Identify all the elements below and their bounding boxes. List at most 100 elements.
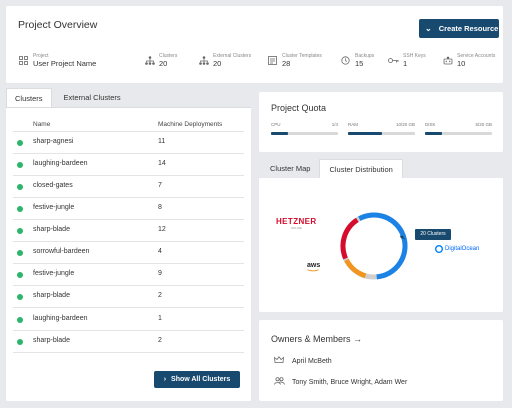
- owners-title-text: Owners & Members: [271, 334, 351, 344]
- project-overview-card: Project Overview ⌄ Create Resource Proje…: [6, 6, 503, 83]
- quota-bar: [348, 132, 415, 135]
- aws-logo: aws: [307, 262, 320, 272]
- clusters-tabs: Clusters External Clusters: [6, 88, 133, 107]
- distribution-tabs: Cluster Map Cluster Distribution: [259, 159, 403, 178]
- status-dot: [17, 294, 23, 300]
- members-row: Tony Smith, Bruce Wright, Adam Wer: [274, 377, 407, 387]
- chevron-right-icon: ›: [163, 376, 167, 383]
- deployment-count: 11: [158, 138, 166, 145]
- stat-backups[interactable]: Backups 15: [340, 53, 374, 68]
- member-names: Tony Smith, Bruce Wright, Adam Wer: [292, 378, 408, 386]
- table-row[interactable]: sharp-blade 2: [13, 286, 244, 308]
- show-all-clusters-button[interactable]: › Show All Clusters: [154, 371, 240, 388]
- tab-cluster-distribution[interactable]: Cluster Distribution: [319, 159, 403, 178]
- cluster-name: festive-jungle: [33, 270, 75, 277]
- table-row[interactable]: sharp-blade 2: [13, 331, 244, 353]
- digitalocean-logo: DigitalOcean: [435, 245, 479, 253]
- owners-title[interactable]: Owners & Members →: [271, 334, 362, 344]
- deployment-count: 2: [158, 292, 162, 299]
- column-header-deployments[interactable]: Machine Deployments: [158, 121, 222, 128]
- deployment-count: 7: [158, 182, 162, 189]
- aws-smile-icon: [307, 269, 319, 272]
- cluster-count-tooltip: 20 Clusters: [415, 229, 451, 240]
- quota-label: RAM: [348, 122, 358, 127]
- cluster-name: sharp-blade: [33, 226, 70, 233]
- table-row[interactable]: sorrowful-bardeen 4: [13, 242, 244, 264]
- backup-icon: [340, 56, 351, 67]
- stat-value: 10: [457, 59, 466, 68]
- status-dot: [17, 250, 23, 256]
- slice-hetzner[interactable]: [340, 217, 359, 260]
- aws-name: aws: [307, 262, 321, 269]
- cluster-name: sharp-agnesi: [33, 138, 74, 145]
- tab-cluster-map[interactable]: Cluster Map: [259, 159, 320, 178]
- stat-value: 20: [159, 59, 168, 68]
- column-header-name[interactable]: Name: [33, 121, 50, 128]
- deployment-count: 12: [158, 226, 166, 233]
- hetzner-logo: HETZNER ONLINE: [276, 217, 317, 230]
- owners-members-card: Owners & Members → April McBeth Tony Smi…: [259, 320, 503, 401]
- cluster-name: festive-jungle: [33, 204, 75, 211]
- owner-name: April McBeth: [292, 357, 332, 365]
- cluster-icon: [144, 56, 155, 67]
- stat-project: Project User Project Name: [18, 53, 96, 68]
- stat-ssh-keys[interactable]: SSH Keys 1: [388, 53, 426, 68]
- create-resource-button[interactable]: ⌄ Create Resource: [419, 19, 499, 38]
- status-dot: [17, 272, 23, 278]
- slice-digitalocean-lower[interactable]: [376, 234, 408, 280]
- stat-external-clusters[interactable]: External Clusters 20: [198, 53, 251, 68]
- stat-service-accounts[interactable]: Service Accounts 10: [442, 53, 495, 68]
- cluster-name: sorrowful-bardeen: [33, 248, 90, 255]
- create-resource-label: Create Resource: [438, 24, 499, 33]
- status-dot: [17, 184, 23, 190]
- status-dot: [17, 339, 23, 345]
- stat-value: 15: [355, 59, 364, 68]
- stat-clusters[interactable]: Clusters 20: [144, 53, 177, 68]
- deployment-count: 14: [158, 160, 166, 167]
- table-row[interactable]: sharp-agnesi 11: [13, 132, 244, 154]
- deployment-count: 4: [158, 248, 162, 255]
- cluster-name: closed-gates: [33, 182, 73, 189]
- deployment-count: 1: [158, 315, 162, 322]
- quota-ram: RAM 10/20 GB: [348, 122, 415, 135]
- status-dot: [17, 228, 23, 234]
- quota-amount: 1/4: [331, 122, 338, 127]
- show-all-label: Show All Clusters: [171, 376, 231, 383]
- owner-row: April McBeth: [274, 356, 332, 366]
- quota-label: CPU: [271, 122, 281, 127]
- status-dot: [17, 162, 23, 168]
- table-row[interactable]: laughing-bardeen 1: [13, 309, 244, 331]
- digitalocean-icon: [435, 245, 443, 253]
- cluster-name: laughing-bardeen: [33, 160, 88, 167]
- table-row[interactable]: festive-jungle 8: [13, 198, 244, 220]
- table-row[interactable]: festive-jungle 9: [13, 264, 244, 286]
- quota-amount: 10/20 GB: [395, 122, 415, 127]
- table-row[interactable]: laughing-bardeen 14: [13, 154, 244, 176]
- quota-amount: 5/20 GB: [475, 122, 492, 127]
- quota-bar-fill: [271, 132, 288, 135]
- quota-bar: [271, 132, 338, 135]
- cluster-name: sharp-blade: [33, 337, 70, 344]
- project-quota-card: Project Quota CPU 1/4 RAM 10/20 GB DISK 5/2…: [259, 92, 503, 152]
- cluster-distribution-card: Cluster Map Cluster Distribution 20 Clus…: [259, 159, 503, 312]
- tabs-divider: [6, 107, 251, 108]
- slice-aws[interactable]: [344, 258, 367, 279]
- arrow-right-icon: →: [353, 334, 363, 344]
- status-dot: [17, 206, 23, 212]
- status-dot: [17, 317, 23, 323]
- tab-external-clusters[interactable]: External Clusters: [51, 88, 133, 107]
- key-icon: [388, 56, 399, 67]
- stat-cluster-templates[interactable]: Cluster Templates 28: [267, 53, 322, 68]
- slice-digitalocean[interactable]: [358, 212, 406, 237]
- quota-cpu: CPU 1/4: [271, 122, 338, 135]
- external-cluster-icon: [198, 56, 209, 67]
- clusters-card: Clusters External Clusters Name Machine …: [6, 88, 251, 401]
- chevron-down-icon: ⌄: [425, 24, 432, 33]
- quota-bar: [425, 132, 492, 135]
- quota-bar-fill: [348, 132, 382, 135]
- deployment-count: 8: [158, 204, 162, 211]
- tab-clusters[interactable]: Clusters: [6, 88, 52, 107]
- table-row[interactable]: closed-gates 7: [13, 176, 244, 198]
- crown-icon: [274, 356, 286, 366]
- table-row[interactable]: sharp-blade 12: [13, 220, 244, 242]
